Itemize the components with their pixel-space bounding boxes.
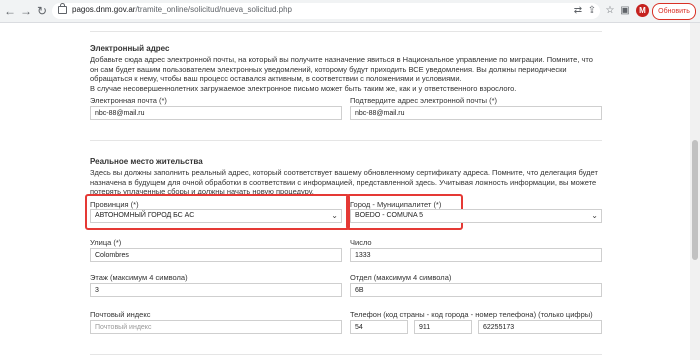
update-button[interactable]: Обновить [652,3,696,20]
scrollbar-thumb[interactable] [692,140,698,260]
divider [90,31,602,32]
dept-field[interactable]: 6B [350,283,602,297]
extensions-icon[interactable]: ▣ [619,5,631,17]
share-icon[interactable]: ⇪ [586,5,598,17]
street-label: Улица (*) [90,238,122,247]
chevron-down-icon: ⌄ [591,211,598,220]
city-label: Город - Муниципалитет (*) [350,200,442,209]
phone-number-field[interactable]: 62255173 [478,320,602,334]
postal-code-field[interactable]: Почтовый индекс [90,320,342,334]
url-text: pagos.dnm.gov.ar/tramite_online/solicitu… [72,5,292,14]
url-path: /tramite_online/solicitud/nueva_solicitu… [135,5,292,14]
phone-country-code-field[interactable]: 54 [350,320,408,334]
residence-section-title: Реальное место жительства [90,157,203,166]
lock-icon[interactable] [58,3,67,14]
browser-toolbar: ← → ↻ pagos.dnm.gov.ar/tramite_online/so… [0,0,700,23]
translate-icon[interactable]: ⇄ [572,5,584,17]
divider [90,354,602,355]
street-field[interactable]: Colombres [90,248,342,262]
reload-icon[interactable]: ↻ [35,4,49,18]
phone-label: Телефон (код страны - код города - номер… [350,310,593,319]
email-section-note: В случае несовершеннолетних загружаемое … [90,84,517,93]
floor-field[interactable]: 3 [90,283,342,297]
email-label: Электронная почта (*) [90,96,167,105]
province-label: Провинция (*) [90,200,139,209]
province-value: АВТОНОМНЫЙ ГОРОД БС АС [95,212,195,219]
confirm-email-label: Подтвердите адрес электронной почты (*) [350,96,498,105]
back-icon[interactable]: ← [3,4,17,18]
phone-area-code-field[interactable]: 911 [414,320,472,334]
confirm-email-field[interactable]: nbc-88@mail.ru [350,106,602,120]
email-field[interactable]: nbc-88@mail.ru [90,106,342,120]
address-bar[interactable]: pagos.dnm.gov.ar/tramite_online/solicitu… [52,3,600,19]
divider [90,140,602,141]
floor-label: Этаж (максимум 4 символа) [90,273,188,282]
city-value: BOEDO - COMUNA 5 [355,212,424,219]
forward-icon[interactable]: → [19,4,33,18]
dept-label: Отдел (максимум 4 символа) [350,273,452,282]
email-section-description: Добавьте сюда адрес электронной почты, н… [90,55,593,84]
avatar[interactable]: M [636,4,649,17]
url-domain: pagos.dnm.gov.ar [72,5,136,14]
email-section-title: Электронный адрес [90,44,170,53]
number-label: Число [350,238,372,247]
postal-code-label: Почтовый индекс [90,310,151,319]
province-select[interactable]: АВТОНОМНЫЙ ГОРОД БС АС ⌄ [90,209,342,223]
residence-section-description: Здесь вы должны заполнить реальный адрес… [90,168,598,197]
bookmark-star-icon[interactable]: ☆ [604,5,616,17]
city-select[interactable]: BOEDO - COMUNA 5 ⌄ [350,209,602,223]
number-field[interactable]: 1333 [350,248,602,262]
chevron-down-icon: ⌄ [331,211,338,220]
